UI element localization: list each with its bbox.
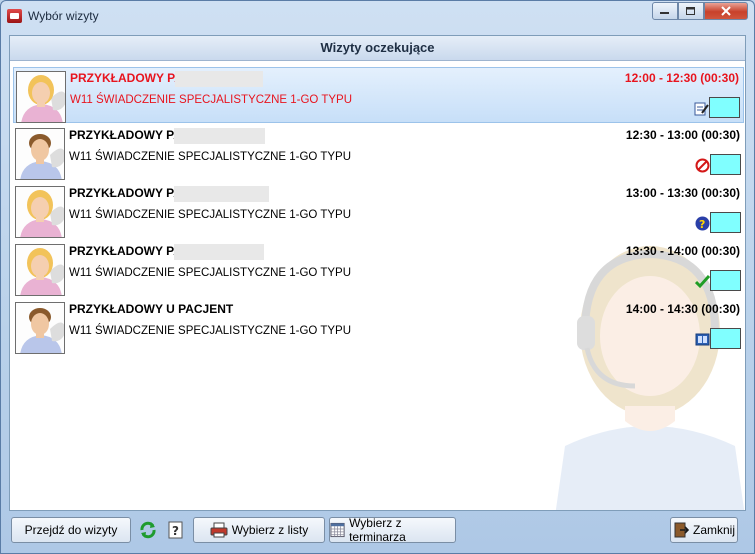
main-window: Wybór wizyty Wizyty oczekujące PRZYKŁADO…: [0, 0, 755, 554]
status-color-box: [710, 270, 741, 291]
status-color-box: [710, 328, 741, 349]
bottom-toolbar: Przejdź do wizyty ? Wybierz z listy Wybi…: [11, 516, 744, 545]
female-patient-icon: [16, 71, 66, 123]
edit-icon: [694, 101, 709, 116]
exit-door-icon: [674, 522, 689, 538]
visit-row[interactable]: PRZYKŁADOWY PACJENT. W11 ŚWIADCZENIE SPEC…: [13, 183, 744, 239]
panel-header: Wizyty oczekujące: [10, 36, 745, 61]
visit-time: 12:00 - 12:30 (00:30): [624, 71, 739, 85]
maximize-button[interactable]: [678, 2, 704, 20]
calendar-icon: [330, 522, 345, 538]
patient-name: PRZYKŁADOWY U PACJENT: [69, 302, 234, 316]
female-patient-icon: [15, 186, 65, 238]
patient-id-redacted: [175, 71, 263, 87]
refresh-icon[interactable]: [139, 521, 157, 539]
visits-panel: Wizyty oczekujące PRZYKŁADOWY PACJENT. W1…: [9, 35, 746, 511]
male-patient-icon: [15, 128, 65, 180]
close-label: Zamknij: [692, 523, 735, 537]
question-icon: ?: [695, 216, 710, 231]
service-name: W11 ŚWIADCZENIE SPECJALISTYCZNE 1-GO TYP…: [69, 325, 352, 337]
goto-visit-label: Przejdź do wizyty: [24, 523, 118, 537]
female-patient-icon: [15, 244, 65, 296]
visit-row[interactable]: PRZYKŁADOWY PACJENT. W11 ŚWIADCZENIE SPEC…: [13, 125, 744, 181]
select-from-list-label: Wybierz z listy: [231, 523, 309, 537]
visit-time: 13:30 - 14:00 (00:30): [625, 244, 740, 258]
app-icon: [7, 9, 22, 23]
select-from-list-button[interactable]: Wybierz z listy: [193, 517, 325, 543]
window-controls: [652, 2, 748, 20]
printer-icon: [210, 522, 228, 538]
minimize-button[interactable]: [652, 2, 678, 20]
visit-row[interactable]: PRZYKŁADOWY U PACJENT W11 ŚWIADCZENIE SPE…: [13, 299, 744, 355]
visit-row[interactable]: PRZYKŁADOWY PACJENT. W11 ŚWIADCZENIE SPEC…: [13, 67, 744, 123]
cancelled-icon: [695, 158, 710, 173]
visit-time: 13:00 - 13:30 (00:30): [625, 186, 740, 200]
svg-text:?: ?: [699, 218, 705, 231]
service-name: W11 ŚWIADCZENIE SPECJALISTYCZNE 1-GO TYP…: [70, 94, 353, 106]
service-name: W11 ŚWIADCZENIE SPECJALISTYCZNE 1-GO TYP…: [69, 209, 352, 221]
close-window-button[interactable]: [704, 2, 748, 20]
patient-id-redacted: [174, 244, 264, 260]
select-from-schedule-label: Wybierz z terminarza: [349, 516, 406, 544]
male-patient-icon: [15, 302, 65, 354]
service-name: W11 ŚWIADCZENIE SPECJALISTYCZNE 1-GO TYP…: [69, 151, 352, 163]
help-document-icon[interactable]: ?: [167, 521, 185, 539]
service-name: W11 ŚWIADCZENIE SPECJALISTYCZNE 1-GO TYP…: [69, 267, 352, 279]
maximize-icon: [686, 6, 695, 15]
select-from-schedule-button[interactable]: Wybierz z terminarza: [329, 516, 456, 544]
title-bar[interactable]: Wybór wizyty: [1, 1, 754, 31]
status-color-box: [709, 97, 740, 118]
patient-id-redacted: [174, 186, 269, 202]
status-color-box: [710, 154, 741, 175]
checkmark-icon: [694, 274, 711, 289]
goto-visit-button[interactable]: Przejdź do wizyty: [11, 517, 131, 543]
minimize-icon: [660, 12, 669, 14]
visit-time: 14:00 - 14:30 (00:30): [625, 302, 740, 316]
visit-time: 12:30 - 13:00 (00:30): [625, 128, 740, 142]
visit-row[interactable]: PRZYKŁADOWY PACJENT. W11 ŚWIADCZENIE SPEC…: [13, 241, 744, 297]
book-icon: [695, 332, 710, 347]
close-button[interactable]: Zamknij: [670, 517, 738, 543]
patient-id-redacted: [174, 128, 265, 144]
status-color-box: [710, 212, 741, 233]
close-icon: [721, 6, 731, 16]
window-title: Wybór wizyty: [28, 9, 99, 23]
svg-text:?: ?: [172, 524, 179, 538]
